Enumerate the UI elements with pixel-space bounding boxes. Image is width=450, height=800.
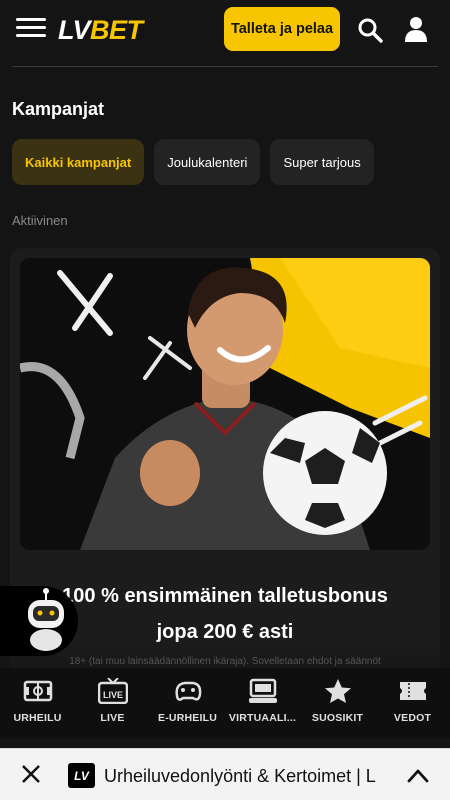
- nav-virtual[interactable]: VIRTUAALI...: [225, 668, 300, 738]
- logo-lv: LV: [58, 15, 91, 45]
- app-root: LVBET Talleta ja pelaa Kampanjat Kaikki …: [0, 0, 450, 800]
- menu-icon[interactable]: [16, 18, 46, 42]
- field-icon: [23, 680, 52, 702]
- nav-label: E-URHEILU: [158, 712, 217, 724]
- nav-bets[interactable]: VEDOT: [375, 668, 450, 738]
- search-icon[interactable]: [357, 17, 383, 43]
- header-divider: [12, 66, 438, 67]
- robot-icon: [28, 588, 64, 651]
- nav-label: VIRTUAALI...: [228, 712, 297, 724]
- gamepad-icon: [174, 681, 201, 701]
- nav-esports[interactable]: E-URHEILU: [150, 668, 225, 738]
- nav-favourites[interactable]: SUOSIKIT: [300, 668, 375, 738]
- section-label-active: Aktiivinen: [12, 213, 68, 228]
- filter-super-offer[interactable]: Super tarjous: [270, 139, 374, 185]
- nav-label: VEDOT: [393, 712, 432, 724]
- lvbet-logo[interactable]: LVBET: [58, 13, 143, 47]
- deposit-and-play-button[interactable]: Talleta ja pelaa: [224, 7, 340, 51]
- nav-label: URHEILU: [13, 712, 62, 724]
- filter-christmas-calendar[interactable]: Joulukalenteri: [154, 139, 261, 185]
- close-icon[interactable]: [20, 763, 42, 785]
- chevron-up-icon[interactable]: [406, 765, 430, 787]
- site-favicon: LV: [68, 763, 95, 788]
- user-icon[interactable]: [404, 16, 428, 42]
- nav-sports[interactable]: URHEILU: [0, 668, 75, 738]
- browser-page-title[interactable]: Urheiluvedonlyönti & Kertoimet | L: [104, 763, 392, 789]
- svg-text:LIVE: LIVE: [102, 690, 122, 700]
- star-icon: [324, 679, 351, 703]
- promo-image: [20, 258, 430, 550]
- promo-fine-print: 18+ (tai muu lainsäädännöllinen ikäraja)…: [69, 656, 381, 667]
- virtual-console-icon: [248, 678, 277, 703]
- chat-bot-button[interactable]: [0, 586, 78, 656]
- browser-custom-tab-bar: LV Urheiluvedonlyönti & Kertoimet | L: [0, 748, 450, 800]
- nav-label: SUOSIKIT: [311, 712, 364, 724]
- page-title: Kampanjat: [12, 99, 105, 119]
- ticket-icon: [399, 682, 426, 700]
- football-player-illustration: [20, 258, 430, 550]
- logo-bet: BET: [90, 15, 143, 45]
- nav-live[interactable]: LIVE LIVE: [75, 668, 150, 738]
- campaign-filters: Kaikki kampanjat Joulukalenteri Super ta…: [12, 139, 374, 185]
- bottom-navigation: URHEILU LIVE LIVE E-URHEILU VIRTUAALI...…: [0, 668, 450, 738]
- top-header: LVBET Talleta ja pelaa: [0, 0, 450, 62]
- live-tv-icon: LIVE: [97, 678, 128, 704]
- nav-label: LIVE: [100, 712, 125, 724]
- filter-all-campaigns[interactable]: Kaikki kampanjat: [12, 139, 145, 185]
